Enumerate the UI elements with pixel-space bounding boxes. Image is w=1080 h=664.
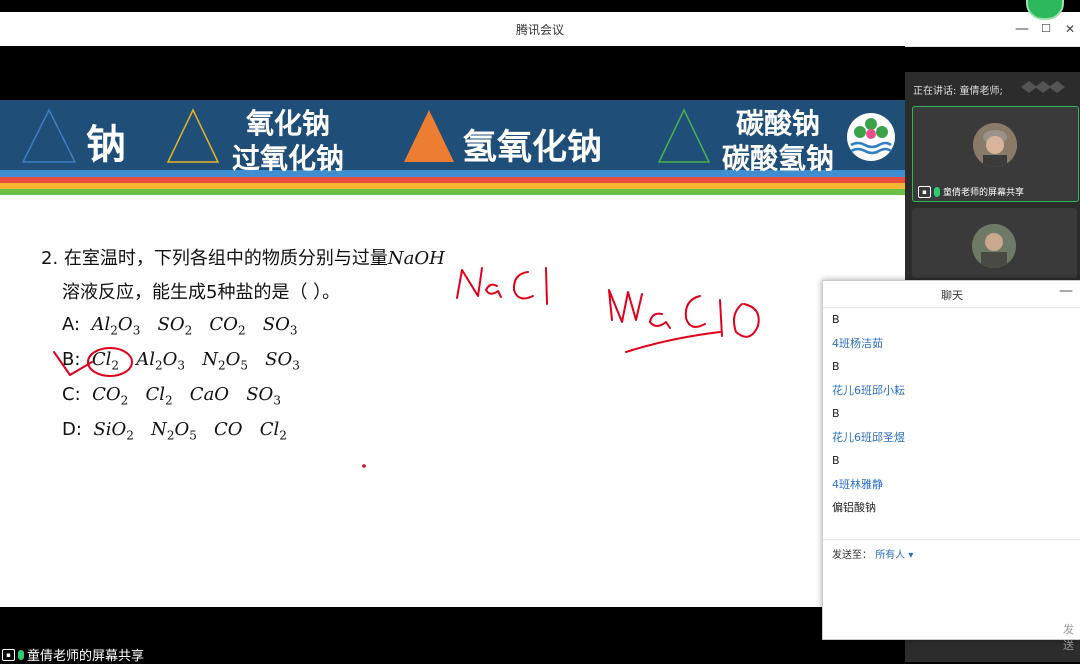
ink-note-naclo-a (649, 312, 671, 329)
screen-share-indicator: ▪ 童倩老师的屏幕共享 (2, 645, 144, 664)
chat-message: B (832, 313, 840, 326)
chat-message: B (832, 360, 840, 373)
screen-share-icon: ▪ (918, 185, 931, 198)
shared-slide: 钠 氧化钠 过氧化钠 氢氧化钠 碳酸钠 碳酸氢钠 2. 在室温时，下列各组中的物… (0, 100, 905, 607)
letterbox-top (0, 46, 905, 100)
send-to-label: 发送至： (832, 550, 872, 561)
chat-message: B (832, 407, 840, 420)
screen-top-edge (0, 0, 1080, 12)
video-tile-teacher[interactable]: ▪ 童倩老师的屏幕共享 (912, 106, 1079, 202)
minimize-button[interactable]: — (1012, 18, 1032, 40)
ink-note-nacl-l (545, 267, 548, 305)
ink-underline (625, 331, 721, 353)
chat-title: 聊天 (941, 289, 963, 302)
chat-minimize-button[interactable]: — (1059, 283, 1073, 299)
ink-dot (362, 464, 366, 468)
chat-message: 偏铝酸钠 (832, 501, 876, 514)
ink-note-nacl-c (512, 271, 534, 300)
tile-label: ▪ 童倩老师的屏幕共享 (918, 185, 1024, 198)
chat-header: 聊天 — (823, 281, 1080, 308)
handwriting-annotations (53, 267, 760, 468)
speaking-indicator: 正在讲话: 童倩老师; (913, 86, 1003, 97)
ink-note-naclo-c (684, 295, 706, 328)
maximize-button[interactable]: ☐ (1036, 18, 1056, 40)
chat-message: B (832, 454, 840, 467)
send-to-recipient-dropdown[interactable]: 所有人 ▾ (875, 550, 913, 561)
screen-share-label: 童倩老师的屏幕共享 (27, 649, 145, 664)
ink-note-naclo-l (719, 299, 723, 337)
chat-sender-name[interactable]: 4班林雅静 (832, 476, 883, 492)
chat-sender-name[interactable]: 花儿6班邱小耘 (832, 382, 905, 398)
send-to-row: 发送至： 所有人 ▾ (832, 546, 913, 561)
ink-note-nacl-n (456, 267, 483, 299)
window-title: 腾讯会议 (515, 23, 564, 37)
teacher-avatar (973, 123, 1017, 167)
microphone-icon (18, 649, 24, 660)
participant-avatar (972, 224, 1016, 268)
send-button[interactable]: 发送 (1063, 621, 1080, 653)
window-titlebar: 腾讯会议 — ☐ ✕ (0, 12, 1080, 47)
video-tile-participant[interactable] (912, 208, 1077, 278)
ink-circle (87, 347, 133, 377)
ink-note-nacl-a (485, 283, 502, 298)
ink-note-naclo-n (608, 289, 643, 323)
tile-label-text: 童倩老师的屏幕共享 (943, 188, 1025, 198)
chat-sender-name[interactable]: 4班杨洁茹 (832, 335, 883, 351)
audio-wave-icon (1021, 81, 1065, 93)
close-button[interactable]: ✕ (1060, 18, 1080, 40)
chat-window: 聊天 — B 4班杨洁茹 B 花儿6班邱小耘 B 花儿6班邱圣煜 B 4班林雅静… (822, 280, 1080, 652)
chat-divider (823, 539, 1080, 540)
microphone-icon (934, 186, 940, 197)
ink-note-naclo-o (733, 303, 760, 338)
chat-sender-name[interactable]: 花儿6班邱圣煜 (832, 429, 905, 445)
screen-share-icon: ▪ (2, 648, 15, 661)
ink-checkmark (53, 351, 93, 376)
